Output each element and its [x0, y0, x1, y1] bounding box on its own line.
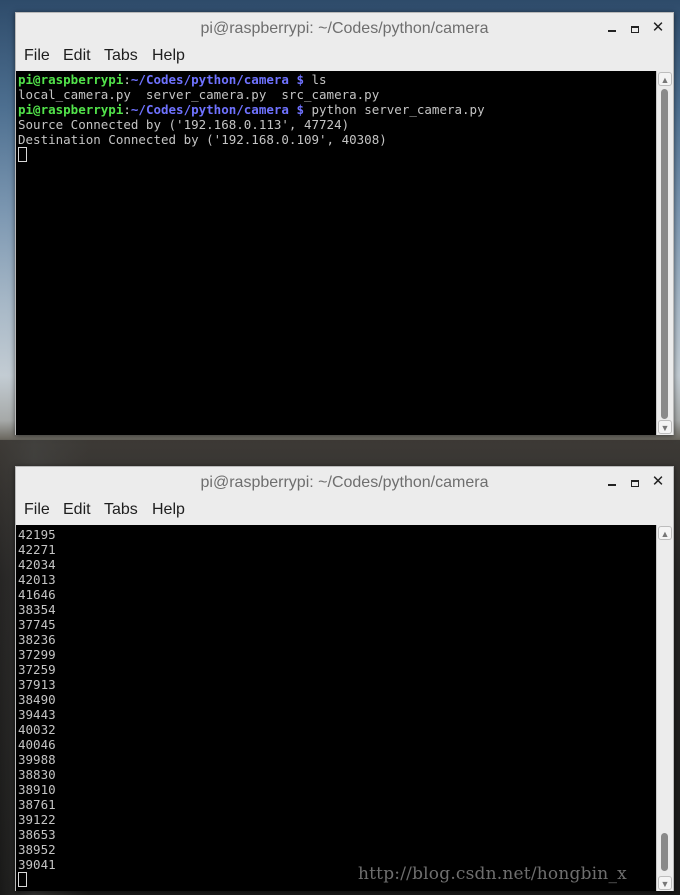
scroll-down-icon[interactable]: ▼	[658, 420, 672, 434]
menu-edit[interactable]: Edit	[63, 47, 91, 65]
menu-file[interactable]: File	[24, 501, 50, 519]
terminal-output[interactable]: pi@raspberrypi:~/Codes/python/camera $ l…	[16, 71, 656, 435]
output-line: local_camera.py server_camera.py src_cam…	[18, 87, 380, 102]
output-line: 38490	[18, 692, 56, 707]
output-line: 40032	[18, 722, 56, 737]
prompt-path: ~/Codes/python/camera $	[130, 72, 304, 87]
maximize-icon[interactable]	[626, 18, 644, 38]
title-bar[interactable]: pi@raspberrypi: ~/Codes/python/camera ✕	[16, 13, 673, 45]
title-bar[interactable]: pi@raspberrypi: ~/Codes/python/camera ✕	[16, 467, 673, 499]
scrollbar[interactable]: ▲ ▼	[656, 525, 673, 891]
scrollbar-thumb[interactable]	[661, 89, 668, 419]
output-line: 38761	[18, 797, 56, 812]
output-line: 42271	[18, 542, 56, 557]
prompt-line: pi@raspberrypi:~/Codes/python/camera $ l…	[18, 72, 656, 87]
minimize-icon[interactable]	[603, 472, 621, 492]
prompt-separator: :	[123, 72, 131, 87]
window-title: pi@raspberrypi: ~/Codes/python/camera	[200, 20, 489, 37]
watermark: http://blog.csdn.net/hongbin_x	[358, 864, 627, 884]
menu-help[interactable]: Help	[152, 47, 185, 65]
output-line: 37259	[18, 662, 56, 677]
output-line: 38910	[18, 782, 56, 797]
command-text: ls	[303, 72, 327, 87]
output-line: 41646	[18, 587, 56, 602]
output-line: 42034	[18, 557, 56, 572]
output-line: 40046	[18, 737, 56, 752]
prompt-separator: :	[123, 102, 131, 117]
output-line: 38830	[18, 767, 56, 782]
menu-help[interactable]: Help	[152, 501, 185, 519]
terminal-window-top[interactable]: pi@raspberrypi: ~/Codes/python/camera ✕ …	[15, 12, 674, 435]
menu-tabs[interactable]: Tabs	[104, 501, 138, 519]
window-title: pi@raspberrypi: ~/Codes/python/camera	[200, 474, 489, 491]
output-line: 38354	[18, 602, 56, 617]
output-line: 38952	[18, 842, 56, 857]
menu-bar: File Edit Tabs Help	[16, 499, 673, 525]
scroll-up-icon[interactable]: ▲	[658, 72, 672, 86]
output-line: 37913	[18, 677, 56, 692]
output-line: 37745	[18, 617, 56, 632]
maximize-icon[interactable]	[626, 472, 644, 492]
menu-tabs[interactable]: Tabs	[104, 47, 138, 65]
output-line: 42195	[18, 527, 56, 542]
close-icon[interactable]: ✕	[649, 18, 667, 38]
terminal-window-bottom[interactable]: pi@raspberrypi: ~/Codes/python/camera ✕ …	[15, 466, 674, 891]
prompt-path: ~/Codes/python/camera $	[130, 102, 304, 117]
scroll-up-icon[interactable]: ▲	[658, 526, 672, 540]
text-cursor	[18, 147, 27, 162]
prompt-line: pi@raspberrypi:~/Codes/python/camera $ p…	[18, 102, 656, 117]
scroll-down-icon[interactable]: ▼	[658, 876, 672, 890]
close-icon[interactable]: ✕	[649, 472, 667, 492]
scrollbar[interactable]: ▲ ▼	[656, 71, 673, 435]
output-line: Source Connected by ('192.168.0.113', 47…	[18, 117, 350, 132]
output-line: 38653	[18, 827, 56, 842]
menu-file[interactable]: File	[24, 47, 50, 65]
output-line: 39122	[18, 812, 56, 827]
prompt-user: pi@raspberrypi	[18, 72, 124, 87]
prompt-user: pi@raspberrypi	[18, 102, 124, 117]
output-line: 42013	[18, 572, 56, 587]
menu-bar: File Edit Tabs Help	[16, 45, 673, 71]
output-line: 39988	[18, 752, 56, 767]
output-line: Destination Connected by ('192.168.0.109…	[18, 132, 387, 147]
command-text: python server_camera.py	[303, 102, 485, 117]
minimize-icon[interactable]	[603, 18, 621, 38]
output-line: 39443	[18, 707, 56, 722]
terminal-output[interactable]: 42195 42271 42034 42013 41646 38354 37745 38236…	[16, 525, 656, 891]
menu-edit[interactable]: Edit	[63, 501, 91, 519]
scrollbar-thumb[interactable]	[661, 833, 668, 871]
text-cursor	[18, 872, 27, 887]
output-line: 38236	[18, 632, 56, 647]
output-line: 37299	[18, 647, 56, 662]
